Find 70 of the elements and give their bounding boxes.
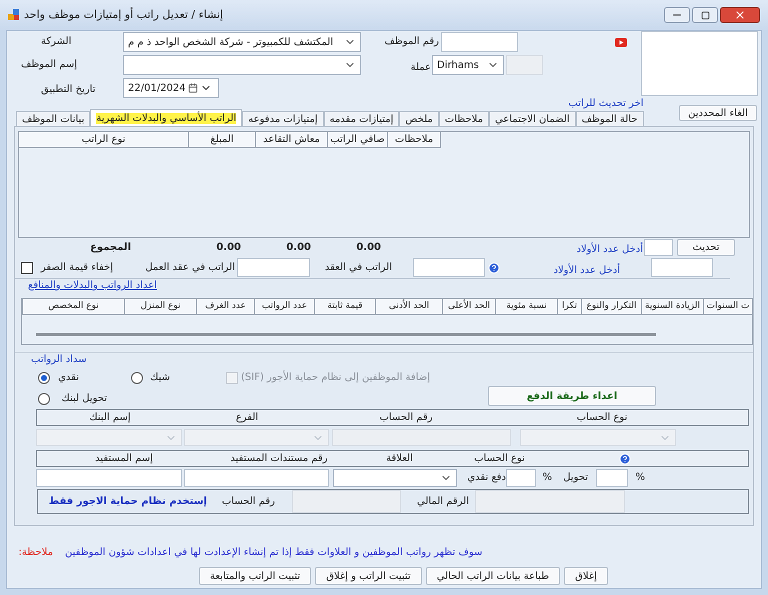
column-header: نوع المنزل (124, 299, 196, 315)
button[interactable]: تثبيت الراتب و إغلاق (315, 567, 422, 585)
column-header: ت السنوات (703, 299, 752, 315)
column-header: نسبة مئوية (495, 299, 557, 315)
total-label: المجموع (89, 242, 131, 252)
column-header: إسم المستفيد (94, 452, 154, 466)
column-header: الفرع (234, 411, 260, 425)
field-label: رقم الموظف (383, 37, 439, 47)
column-header: تكرا (557, 299, 581, 315)
total-value: 0.00 (217, 242, 241, 252)
note-label: ملاحظة: (18, 548, 53, 558)
column-header: نوع الحساب (473, 452, 526, 466)
radio-label: شيك (149, 373, 170, 383)
column-header: العلاقة (385, 452, 414, 466)
dropdown[interactable]: المكتشف للكمبيوتر - شركة الشخص الواحد ذ م م (123, 32, 361, 52)
button[interactable]: إغلاق (564, 567, 608, 585)
window-title: إنشاء / تعديل راتب أو إمتيازات موظف واحد (24, 6, 224, 23)
percent-sign: % (542, 473, 552, 483)
column-header: معاش التقاعد (256, 132, 328, 148)
field-label: تاريخ التطبيق (41, 85, 96, 95)
field-label: رقم الحساب (220, 496, 275, 506)
tab[interactable]: ملاحظات (438, 111, 489, 126)
total-value: 0.00 (357, 242, 381, 252)
percent-sign: % (635, 473, 645, 483)
tab[interactable]: إمتيازات مدفوعه (242, 111, 324, 126)
group-title: سداد الرواتب (31, 355, 87, 367)
button[interactable]: تثبيت الراتب والمتابعة (199, 567, 312, 585)
tab[interactable]: الراتب الأساسي والبدلات الشهرية (90, 109, 242, 126)
field-label: الشركة (41, 37, 72, 47)
column-header: إسم البنك (88, 411, 132, 425)
checkbox-label: إضافة الموظفين إلى نظام حماية الأجور (SIF) (241, 373, 430, 383)
note-text: سوف تظهر رواتب الموظفين و العلاوات فقط إذا تم إنشاء الإعدادت لها في اعدادات شؤون الموظفين (65, 548, 482, 558)
field-label: تحويل (562, 473, 588, 483)
total-value: 0.00 (287, 242, 311, 252)
tab[interactable]: ملخص (399, 111, 439, 126)
column-header: نوع الحساب (576, 411, 628, 425)
tab[interactable]: بيانات الموظف (16, 111, 90, 126)
field-label: إستخدم نظام حماية الاجور فقط (48, 496, 207, 506)
column-header: الزيادة السنوية (641, 299, 703, 315)
column-header: عدد الرواتب (254, 299, 314, 315)
field-label: إخفاء قيمة الصفر (40, 262, 113, 272)
tab[interactable]: إمتيازات مقدمه (324, 111, 400, 126)
column-header: الحد الأدنى (375, 299, 442, 315)
column-header: صافي الراتب (328, 132, 388, 148)
column-header: قيمة ثابتة (314, 299, 375, 315)
date-field[interactable]: 22/01/2024 (123, 78, 219, 98)
update-button[interactable]: تحديث (677, 239, 735, 256)
tab[interactable]: حالة الموظف (576, 111, 644, 126)
dropdown[interactable]: Dirhams (432, 55, 504, 75)
column-header: رقم الحساب (378, 411, 434, 425)
tab[interactable]: الضمان الاجتماعي (488, 111, 576, 126)
field-label: الراتب في عقد العمل (144, 262, 235, 272)
field-label: إسم الموظف (21, 60, 78, 70)
column-header: رقم مستندات المستفيد (229, 452, 329, 466)
column-header: ملاحظات (388, 132, 441, 148)
column-header: نوع الراتب (19, 132, 189, 148)
field-label: عملة (410, 63, 431, 73)
clear-button[interactable]: الغاء المحددين (679, 105, 757, 121)
payment-setup-button[interactable]: اعداء طريقة الدفع (488, 386, 656, 406)
column-header: الحد الأعلى (442, 299, 495, 315)
column-header: نوع المخصص (22, 299, 124, 315)
radio-label: تحويل لبنك (60, 394, 107, 404)
button[interactable]: طباعة بيانات الراتب الحالي (426, 567, 560, 585)
radio-label: نقدي (57, 373, 79, 383)
column-header: المبلغ (189, 132, 256, 148)
field-label: دفع نقدي (466, 473, 506, 483)
field-label: الراتب في العقد (324, 262, 392, 272)
column-header: التكرار والنوع (581, 299, 641, 315)
column-header: عدد الغرف (196, 299, 254, 315)
field-label: الرقم المالي (416, 496, 469, 506)
